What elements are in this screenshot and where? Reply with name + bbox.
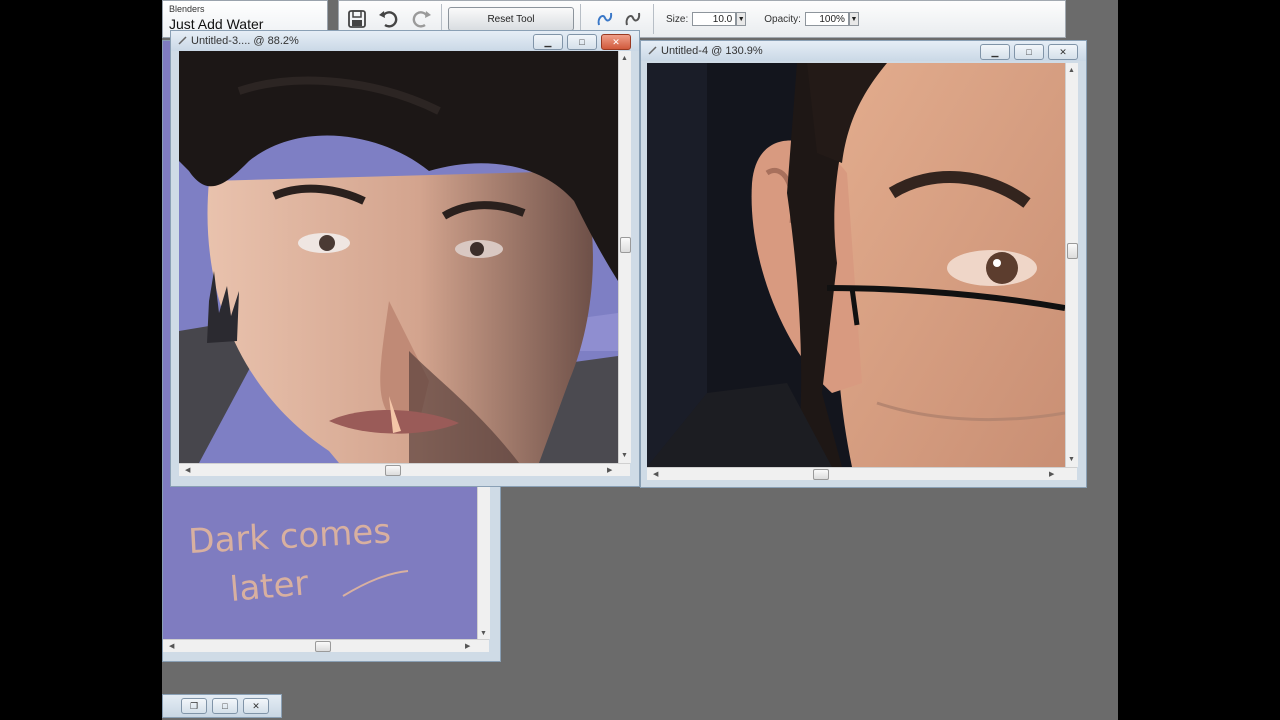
undo-button[interactable] — [375, 5, 403, 33]
stroke-mode-button[interactable] — [591, 5, 619, 33]
chevron-left-icon[interactable]: ◀ — [653, 470, 658, 478]
opacity-dropdown[interactable]: ▼ — [848, 12, 859, 26]
size-dropdown[interactable]: ▼ — [736, 12, 747, 26]
maximize-button[interactable]: □ — [567, 34, 597, 50]
right-vertical-scrollbar[interactable]: ▲ ▼ — [1065, 63, 1078, 467]
note-line-1: Dark comes — [187, 511, 392, 562]
brush-stroke-icon — [597, 12, 613, 26]
note-scroll-thumb[interactable] — [315, 641, 331, 652]
portrait-closeup-painting — [647, 63, 1065, 467]
minimize-icon: ▁ — [544, 36, 552, 47]
note-underline-stroke — [342, 570, 409, 597]
tool-category: Blenders — [169, 4, 205, 14]
chevron-right-icon[interactable]: ▶ — [1049, 470, 1054, 478]
maximize-button[interactable]: □ — [1014, 44, 1044, 60]
right-vscroll-thumb[interactable] — [1067, 243, 1078, 259]
close-button[interactable]: ✕ — [243, 698, 269, 714]
document-icon — [648, 46, 657, 55]
minimized-window[interactable]: ❐ □ ✕ — [162, 694, 282, 718]
redo-icon — [412, 11, 431, 28]
workspace: Blenders Just Add Water Reset Tool Size:… — [162, 0, 1118, 720]
right-horizontal-scrollbar[interactable]: ◀ ▶ — [647, 467, 1077, 480]
portrait-painting — [179, 51, 618, 463]
chevron-down-icon[interactable]: ▼ — [480, 630, 487, 637]
chevron-up-icon[interactable]: ▲ — [621, 55, 628, 62]
maximize-button[interactable]: □ — [212, 698, 238, 714]
window-title: Untitled-4 @ 130.9% — [661, 45, 763, 57]
close-icon: ✕ — [1059, 46, 1067, 57]
restore-button[interactable]: ❐ — [181, 698, 207, 714]
restore-icon: ❐ — [189, 700, 199, 711]
close-button[interactable]: ✕ — [1048, 44, 1078, 60]
chevron-down-icon: ▼ — [737, 15, 745, 23]
left-horizontal-scrollbar[interactable]: ◀ ▶ — [179, 463, 630, 476]
left-vscroll-thumb[interactable] — [620, 237, 631, 253]
window-titlebar[interactable]: Untitled-3.... @ 88.2% ▁ □ ✕ — [171, 31, 639, 51]
right-hscroll-thumb[interactable] — [813, 469, 829, 480]
chevron-down-icon: ▼ — [850, 15, 858, 23]
chevron-right-icon[interactable]: ▶ — [465, 642, 470, 650]
document-window-right[interactable]: Untitled-4 @ 130.9% ▁ □ ✕ ▲ ▼ ◀ ▶ — [640, 40, 1087, 488]
chevron-right-icon[interactable]: ▶ — [607, 466, 612, 474]
chevron-up-icon[interactable]: ▲ — [1068, 67, 1075, 74]
size-label: Size: — [666, 13, 689, 25]
painting-canvas-right[interactable] — [647, 63, 1065, 467]
chevron-down-icon[interactable]: ▼ — [1068, 456, 1075, 463]
close-icon: ✕ — [612, 36, 620, 47]
window-title: Untitled-3.... @ 88.2% — [191, 35, 299, 47]
window-titlebar[interactable]: Untitled-4 @ 130.9% ▁ □ ✕ — [641, 41, 1086, 61]
opacity-label: Opacity: — [764, 13, 801, 25]
chevron-left-icon[interactable]: ◀ — [185, 466, 190, 474]
left-hscroll-thumb[interactable] — [385, 465, 401, 476]
chevron-left-icon[interactable]: ◀ — [169, 642, 174, 650]
opacity-input[interactable]: 100% — [804, 12, 849, 26]
brush-stroke-alt-icon — [625, 12, 641, 26]
undo-icon — [379, 11, 398, 28]
close-icon: ✕ — [252, 700, 260, 711]
chevron-down-icon[interactable]: ▼ — [621, 452, 628, 459]
save-icon — [348, 10, 366, 28]
reset-tool-button[interactable]: Reset Tool — [448, 7, 574, 31]
document-window-left[interactable]: Untitled-3.... @ 88.2% ▁ □ ✕ ▲ ▼ ◀ ▶ — [170, 30, 640, 487]
painting-canvas-left[interactable] — [179, 51, 618, 463]
close-button[interactable]: ✕ — [601, 34, 631, 50]
left-vertical-scrollbar[interactable]: ▲ ▼ — [618, 51, 631, 463]
maximize-icon: □ — [222, 701, 228, 711]
toolbar-separator — [653, 4, 654, 34]
stroke-mode-alt-button[interactable] — [619, 5, 647, 33]
size-input[interactable]: 10.0 — [692, 12, 737, 26]
document-icon — [178, 36, 187, 45]
minimize-icon: ▁ — [991, 46, 999, 57]
minimize-button[interactable]: ▁ — [980, 44, 1010, 60]
redo-button[interactable] — [407, 5, 435, 33]
note-line-2: later — [228, 563, 310, 610]
minimize-button[interactable]: ▁ — [533, 34, 563, 50]
maximize-icon: □ — [579, 37, 585, 47]
maximize-icon: □ — [1026, 47, 1032, 57]
save-button[interactable] — [343, 5, 371, 33]
note-horizontal-scrollbar[interactable]: ◀ ▶ — [163, 639, 489, 652]
